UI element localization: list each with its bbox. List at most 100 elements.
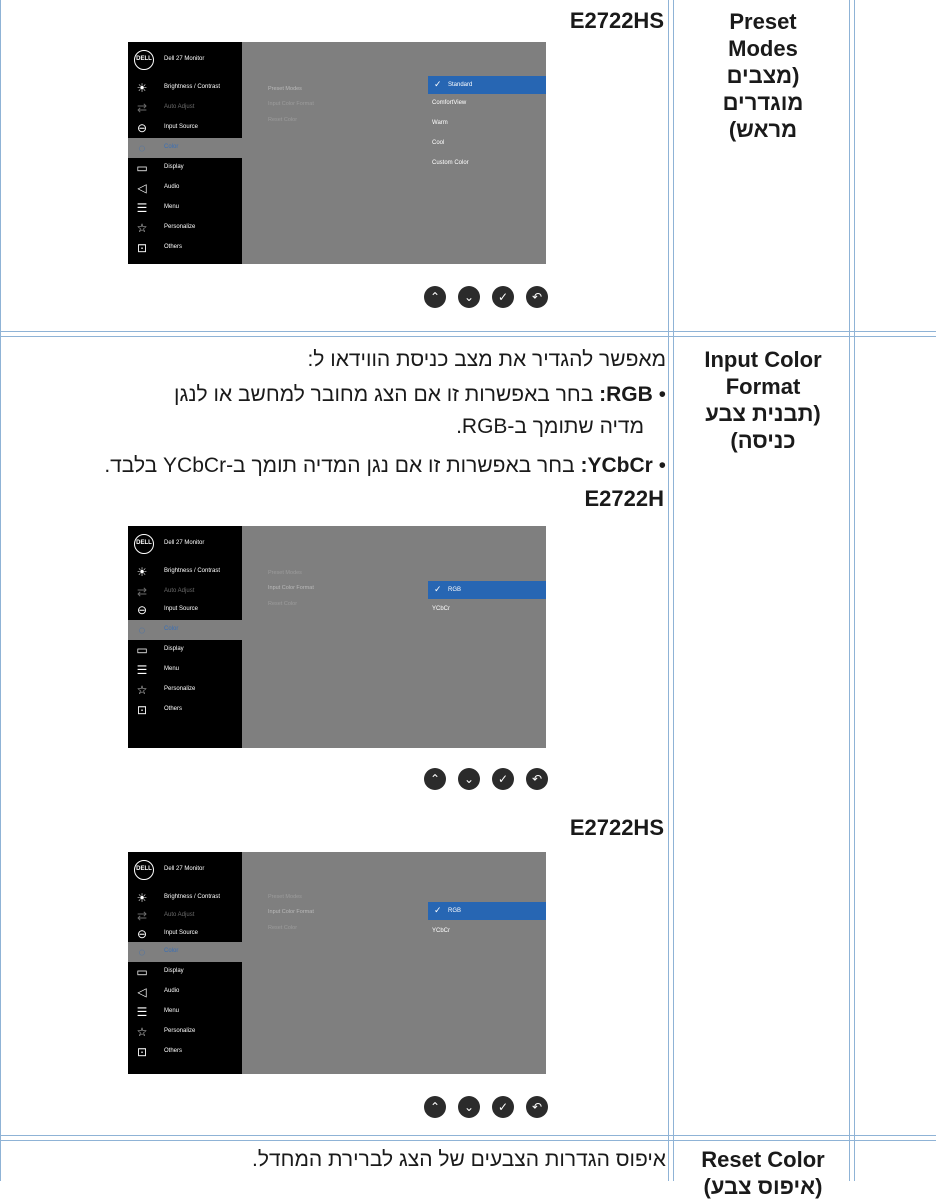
osd-option: RGB (428, 902, 546, 920)
feature-label-input-color-format: Input Color Format (תבנית צבע כניסה) (678, 346, 848, 454)
audio-icon: ◁ (137, 181, 147, 195)
check-icon: ✓ (492, 286, 514, 308)
audio-icon: ◁ (137, 985, 147, 999)
back-icon: ↶ (526, 768, 548, 790)
menu-icon: ☰ (136, 1005, 148, 1019)
down-icon: ⌄ (458, 1096, 480, 1118)
auto-adjust-icon: ⇄ (136, 101, 148, 115)
osd-menu-item: ⊖ Input Source (136, 927, 199, 941)
bullet-text: בחר באפשרות זו אם נגן המדיה תומך ב-YCbCr… (104, 454, 581, 477)
bullet-term: RGB: (599, 383, 653, 406)
osd-title: Dell 27 Monitor (164, 56, 205, 62)
color-icon: ◌ (138, 141, 146, 155)
osd-menu-item: ⊡ Others (136, 1045, 183, 1059)
table-border (849, 0, 850, 1181)
osd-menu-item: ⇄ Auto Adjust (136, 101, 195, 115)
osd-menu-item: ☰ Menu (136, 1005, 180, 1019)
osd-menu-item: ◌ Color (128, 942, 242, 962)
osd-submenu-item: Reset Color (268, 117, 298, 123)
up-icon: ⌃ (424, 768, 446, 790)
osd-submenu-item: Preset Modes (268, 86, 302, 92)
osd-submenu-item: Preset Modes (268, 570, 302, 576)
check-icon: ✓ (492, 1096, 514, 1118)
osd-title: Dell 27 Monitor (164, 866, 205, 872)
osd-option: Warm (432, 120, 448, 126)
table-border (668, 0, 669, 1181)
dell-logo: DELL (134, 50, 154, 70)
display-icon: ▭ (136, 965, 148, 979)
osd-menu-item: ☆ Personalize (136, 221, 196, 235)
osd-menu-item: ◌ Color (128, 620, 242, 640)
display-icon: ▭ (136, 161, 148, 175)
display-icon: ▭ (136, 643, 148, 657)
osd-option: RGB (428, 581, 546, 599)
brightness-icon: ☀ (136, 565, 148, 579)
osd-option: ComfortView (432, 100, 467, 106)
osd-menu-item: ◁ Audio (128, 982, 242, 1002)
osd-menu-item: ☰ Menu (136, 201, 180, 215)
auto-adjust-icon: ⇄ (136, 909, 148, 923)
osd-menu-item: ⊖ Input Source (136, 121, 199, 135)
osd-screenshot-input-color-e2722h: DELL Dell 27 Monitor ☀ Brightness / Contr… (128, 526, 546, 748)
feature-label-he: (איפוס צבע) (703, 1174, 823, 1199)
osd-menu-item: ⇄ Auto Adjust (136, 585, 195, 599)
osd-option: Standard (428, 76, 546, 94)
osd-submenu-item: Input Color Format (268, 101, 314, 107)
osd-nav-buttons: ⌃ ⌄ ✓ ↶ (424, 286, 548, 308)
feature-label-he: כניסה) (730, 428, 796, 453)
table-border (0, 1135, 936, 1136)
osd-menu-item: ☰ Menu (136, 663, 180, 677)
feature-label-he: (מצבים (726, 63, 800, 88)
feature-label-reset-color: Reset Color (איפוס צבע) (678, 1146, 848, 1200)
feature-label-he: מוגדרים (722, 90, 804, 115)
color-icon: ◌ (138, 945, 146, 959)
back-icon: ↶ (526, 1096, 548, 1118)
osd-menu-item: ☆ Personalize (136, 1025, 196, 1039)
bullet-dot: • (652, 383, 666, 406)
reset-color-desc: איפוס הגדרות הצבעים של הצג לברירת המחדל. (252, 1148, 666, 1171)
others-icon: ⊡ (136, 1045, 148, 1059)
input-source-icon: ⊖ (136, 603, 148, 617)
osd-menu-item: ◌ Color (128, 138, 242, 158)
feature-label-en: Reset Color (701, 1147, 825, 1172)
osd-title: Dell 27 Monitor (164, 540, 205, 546)
osd-submenu-item: Input Color Format (268, 909, 314, 915)
osd-option: YCbCr (432, 606, 451, 612)
osd-menu-item: ▭ Display (136, 965, 184, 979)
osd-menu-item: ⊖ Input Source (136, 603, 199, 617)
feature-label-he: (תבנית צבע (705, 401, 821, 426)
osd-menu-item: ⊡ Others (136, 703, 183, 717)
osd-option: Custom Color (432, 160, 469, 166)
check-icon: ✓ (492, 768, 514, 790)
osd-submenu-item: Reset Color (268, 601, 298, 607)
osd-nav-buttons: ⌃ ⌄ ✓ ↶ (424, 768, 548, 790)
table-border (0, 331, 936, 332)
model-name: E2722H (584, 486, 664, 511)
osd-menu-item: ⊡ Others (136, 241, 183, 255)
osd-menu-item: ▭ Display (136, 643, 184, 657)
model-name: E2722HS (569, 8, 664, 33)
feature-label-en: Preset (729, 9, 797, 34)
osd-menu-item: ◁ Audio (128, 178, 242, 198)
osd-menu-item: ☀ Brightness / Contrast (136, 891, 221, 905)
bullet-text: בחר באפשרות זו אם הצג מחובר למחשב או לנג… (174, 383, 600, 406)
others-icon: ⊡ (136, 241, 148, 255)
osd-menu-item: ☀ Brightness / Contrast (136, 565, 221, 579)
dell-logo: DELL (134, 860, 154, 880)
feature-label-en: Input Color (704, 347, 822, 372)
up-icon: ⌃ (424, 286, 446, 308)
table-border (0, 1140, 936, 1141)
osd-menu-item: ☆ Personalize (136, 683, 196, 697)
down-icon: ⌄ (458, 286, 480, 308)
table-border (854, 0, 855, 1181)
input-source-icon: ⊖ (136, 121, 148, 135)
up-icon: ⌃ (424, 1096, 446, 1118)
osd-menu-item: ☀ Brightness / Contrast (136, 81, 221, 95)
input-source-icon: ⊖ (136, 927, 148, 941)
osd-option: YCbCr (432, 928, 451, 934)
feature-label-he: מראש) (728, 117, 798, 142)
intro-text: מאפשר להגדיר את מצב כניסת הווידאו ל: (307, 348, 666, 371)
osd-submenu-item: Preset Modes (268, 894, 302, 900)
bullet-term: YCbCr: (580, 454, 653, 477)
bullet-dot: • (652, 454, 666, 477)
